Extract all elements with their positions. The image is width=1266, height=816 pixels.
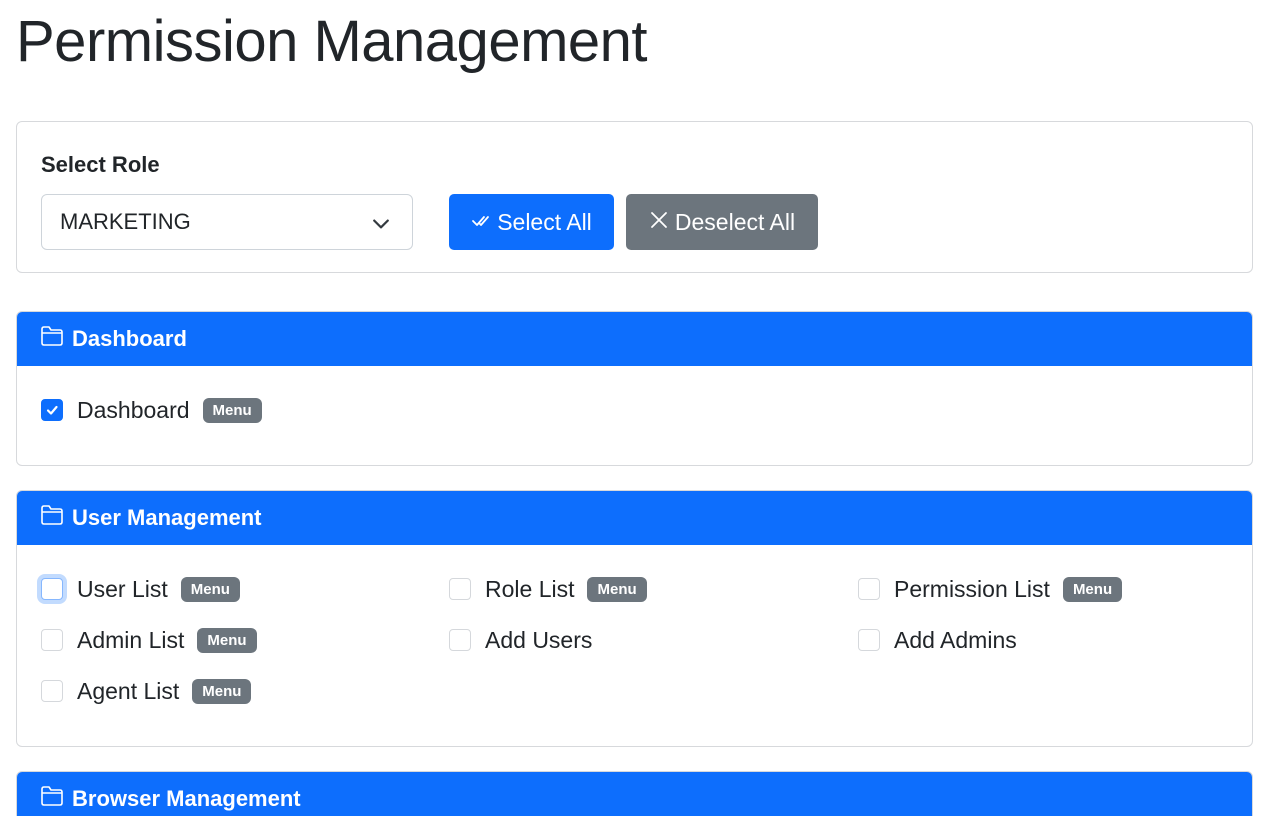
permission-checkbox[interactable] [41,629,63,651]
page-title: Permission Management [16,9,648,74]
select-all-label: Select All [497,208,592,235]
role-selection-card: Select Role MARKETING Select All Deselec… [16,121,1253,273]
permission-management-page: Permission Management Select Role MARKET… [0,0,1266,816]
permission-label: Add Users [485,626,593,653]
chevron-down-icon [372,213,390,231]
permission-checkbox[interactable] [858,629,880,651]
section-user-management: User Management User List Menu Role List… [16,490,1253,747]
permission-add-admins: Add Admins [858,625,1030,655]
menu-badge: Menu [202,397,262,423]
permission-checkbox[interactable] [41,680,63,702]
permission-label: Role List [485,575,575,602]
permission-role-list: Role List Menu [449,574,647,604]
role-select-value: MARKETING [60,209,191,234]
permission-checkbox[interactable] [449,629,471,651]
permission-label: Add Admins [894,626,1017,653]
permission-checkbox[interactable] [41,399,63,421]
permission-label: Dashboard [77,396,190,423]
permission-admin-list: Admin List Menu [41,625,257,655]
menu-badge: Menu [197,627,257,653]
section-header: Dashboard [17,312,1252,366]
menu-badge: Menu [587,576,647,602]
section-header: Browser Management [17,772,1252,816]
section-dashboard: Dashboard Dashboard Menu [16,311,1253,466]
menu-badge: Menu [192,678,252,704]
deselect-all-button[interactable]: Deselect All [626,194,818,250]
permission-label: Permission List [894,575,1050,602]
select-all-button[interactable]: Select All [449,194,614,250]
permission-checkbox[interactable] [449,578,471,600]
deselect-all-label: Deselect All [674,208,796,235]
section-title: Dashboard [72,326,187,351]
permission-checkbox[interactable] [858,578,880,600]
role-select[interactable]: MARKETING [41,194,413,250]
permission-permission-list: Permission List Menu [858,574,1123,604]
menu-badge: Menu [180,576,240,602]
section-title: Browser Management [72,786,301,811]
permission-add-users: Add Users [449,625,605,655]
permission-checkbox[interactable] [41,578,63,600]
double-check-icon [471,209,491,236]
section-browser-management: Browser Management [16,771,1253,816]
permission-label: Agent List [77,677,180,704]
permission-label: User List [77,575,168,602]
section-title: User Management [72,505,262,530]
folder-icon [40,325,64,353]
permission-dashboard: Dashboard Menu [41,395,262,425]
folder-icon [40,504,64,532]
folder-icon [40,785,64,813]
check-icon [46,405,58,415]
permission-label: Admin List [77,626,185,653]
section-header: User Management [17,491,1252,545]
permission-user-list: User List Menu [41,574,240,604]
x-icon [649,209,669,236]
permission-agent-list: Agent List Menu [41,676,252,706]
menu-badge: Menu [1062,576,1123,602]
select-role-label: Select Role [41,152,160,177]
